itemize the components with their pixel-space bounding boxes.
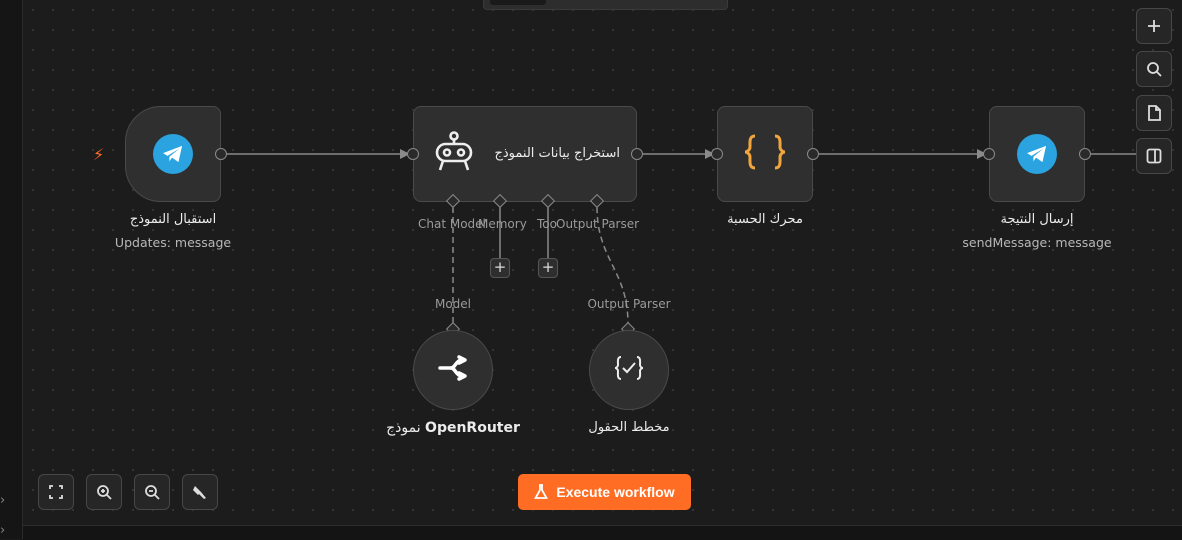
- node-parser-title: مخطط الحقول: [588, 420, 670, 435]
- execute-workflow-label: Execute workflow: [556, 484, 675, 500]
- panel-icon: [1146, 148, 1162, 164]
- zoom-in-button[interactable]: [86, 474, 122, 510]
- output-handle[interactable]: [1079, 148, 1091, 160]
- node-structured-parser[interactable]: [589, 330, 669, 410]
- fit-view-icon: [49, 485, 63, 499]
- tidy-up-icon: [193, 486, 206, 499]
- port-label-tool: Too: [537, 217, 557, 231]
- sticky-note-icon: [1148, 105, 1161, 121]
- output-handle[interactable]: [631, 148, 643, 160]
- execute-workflow-button[interactable]: Execute workflow: [518, 474, 691, 510]
- node-agent-title: استخراج بيانات النموذج: [494, 146, 621, 161]
- code-braces-icon: [743, 132, 787, 176]
- chevron-right-icon[interactable]: ›: [0, 493, 5, 508]
- openrouter-icon: [437, 355, 469, 385]
- tidy-up-button[interactable]: [182, 474, 218, 510]
- fit-view-button[interactable]: [38, 474, 74, 510]
- zoom-in-icon: [97, 485, 112, 500]
- add-memory-button[interactable]: +: [490, 258, 510, 278]
- output-handle[interactable]: [215, 148, 227, 160]
- port-label-memory: Memory: [478, 217, 527, 231]
- output-handle[interactable]: [807, 148, 819, 160]
- sticky-note-button[interactable]: [1136, 95, 1172, 131]
- input-handle[interactable]: [983, 148, 995, 160]
- search-icon: [1147, 62, 1162, 77]
- toggle-panel-button[interactable]: [1136, 138, 1172, 174]
- trigger-bolt-icon: ⚡: [93, 145, 105, 164]
- zoom-out-icon: [145, 485, 160, 500]
- input-handle[interactable]: [711, 148, 723, 160]
- zoom-out-button[interactable]: [134, 474, 170, 510]
- workflow-canvas[interactable]: [23, 0, 1182, 525]
- node-send-subtitle: sendMessage: message: [962, 235, 1112, 250]
- telegram-icon: [153, 134, 193, 174]
- model-port-label: Model: [434, 297, 472, 311]
- left-sidebar-strip: › ›: [0, 0, 23, 539]
- port-label-chat-model: Chat Model: [418, 217, 486, 231]
- port-label-output-parser: Output Parser: [556, 217, 640, 231]
- node-code[interactable]: [717, 106, 813, 202]
- add-node-button[interactable]: [1136, 8, 1172, 44]
- node-model-title-bold: OpenRouter: [425, 420, 520, 436]
- input-handle[interactable]: [407, 148, 419, 160]
- flask-icon: [534, 484, 549, 499]
- node-openrouter-model[interactable]: [413, 330, 493, 410]
- node-send[interactable]: [989, 106, 1085, 202]
- structured-parser-icon: [613, 354, 645, 386]
- node-send-title: إرسال النتيجة: [1000, 212, 1074, 227]
- node-trigger[interactable]: [125, 106, 221, 202]
- node-code-title: محرك الحسبة: [727, 212, 803, 227]
- chevron-right-icon[interactable]: ›: [0, 523, 5, 538]
- node-trigger-title: استقبال النموذج: [129, 212, 217, 227]
- parser-port-label: Output Parser: [587, 297, 671, 311]
- node-trigger-subtitle: Updates: message: [114, 235, 232, 250]
- add-tool-button[interactable]: +: [538, 258, 558, 278]
- telegram-icon: [1017, 134, 1057, 174]
- node-model-title: نموذج OpenRouter: [378, 420, 528, 436]
- node-model-title-rest: نموذج: [386, 420, 421, 436]
- top-tab-bar: [483, 0, 728, 10]
- search-button[interactable]: [1136, 51, 1172, 87]
- bottom-panel-bar: [23, 525, 1182, 540]
